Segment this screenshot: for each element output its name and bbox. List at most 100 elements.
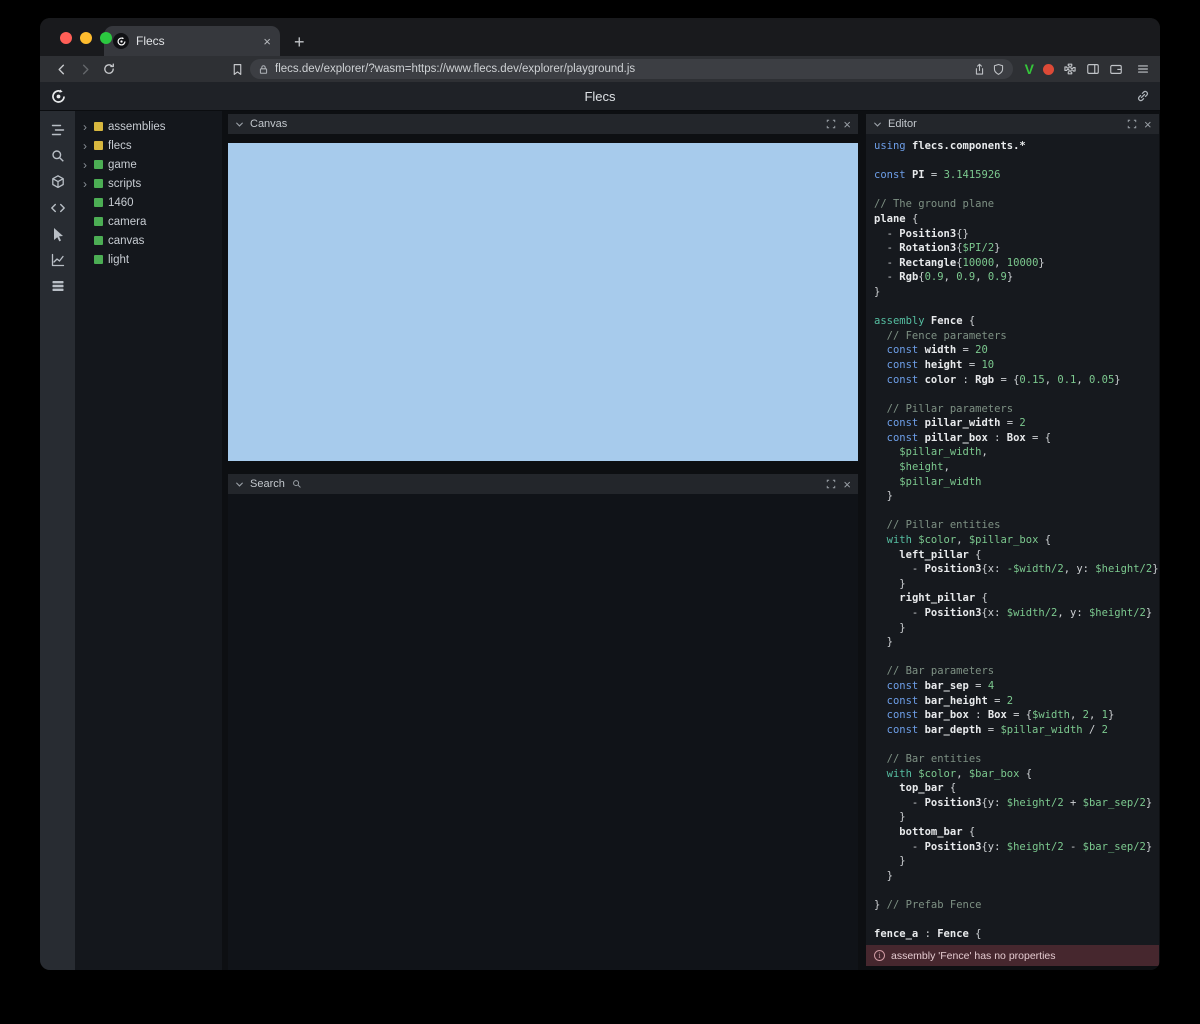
code-line xyxy=(874,300,1159,315)
editor-panel: Editor × using flecs.components.*const P… xyxy=(866,114,1159,966)
menu-icon[interactable] xyxy=(1136,62,1150,76)
code-line: $height, xyxy=(874,460,1159,475)
expand-arrow-icon[interactable]: › xyxy=(81,120,89,134)
collapse-chevron-icon[interactable] xyxy=(235,120,244,129)
tree-item-game[interactable]: ›game xyxy=(75,155,222,174)
code-line: const bar_height = 2 xyxy=(874,694,1159,709)
share-link-icon[interactable] xyxy=(1136,89,1150,103)
url-input[interactable]: flecs.dev/explorer/?wasm=https://www.fle… xyxy=(275,63,967,75)
entity-color-swatch xyxy=(94,122,103,131)
editor-column: Editor × using flecs.components.*const P… xyxy=(866,111,1159,966)
code-line: - Rotation3{$PI/2} xyxy=(874,241,1159,256)
code-line: const pillar_box : Box = { xyxy=(874,431,1159,446)
code-line xyxy=(874,154,1159,169)
code-line: } xyxy=(874,285,1159,300)
code-line: const height = 10 xyxy=(874,358,1159,373)
entity-color-swatch xyxy=(94,179,103,188)
tree-item-scripts[interactable]: › scripts xyxy=(75,174,222,193)
tree-item-label: canvas xyxy=(108,235,144,247)
editor-panel-title: Editor xyxy=(888,118,917,130)
code-line: } xyxy=(874,635,1159,650)
tree-item-label: scripts xyxy=(108,178,141,190)
entity-color-swatch xyxy=(94,255,103,264)
wallet-icon[interactable] xyxy=(1109,62,1123,76)
code-line: const bar_sep = 4 xyxy=(874,679,1159,694)
code-line: - Position3{} xyxy=(874,227,1159,242)
expand-arrow-icon[interactable]: › xyxy=(81,158,89,172)
reload-button[interactable] xyxy=(98,59,120,79)
search-panel-title: Search xyxy=(250,478,285,490)
tree-item-assemblies[interactable]: ›assemblies xyxy=(75,117,222,136)
inspect-icon[interactable] xyxy=(47,223,69,245)
expand-panel-icon[interactable] xyxy=(1127,119,1137,129)
app-body: ›assemblies›flecs›game›scripts1460camera… xyxy=(40,111,1160,970)
stats-icon[interactable] xyxy=(47,249,69,271)
code-line: // Fence parameters xyxy=(874,329,1159,344)
minimize-window-button[interactable] xyxy=(80,32,92,44)
code-line xyxy=(874,650,1159,665)
flecs-logo-icon xyxy=(50,88,67,105)
code-line: with $color, $pillar_box { xyxy=(874,533,1159,548)
close-window-button[interactable] xyxy=(60,32,72,44)
code-line: left_pillar { xyxy=(874,548,1159,563)
close-panel-icon[interactable]: × xyxy=(843,478,851,491)
code-line: // Bar parameters xyxy=(874,664,1159,679)
back-button[interactable] xyxy=(50,59,72,79)
close-panel-icon[interactable]: × xyxy=(1144,118,1152,131)
code-line: } xyxy=(874,854,1159,869)
code-line: - Position3{y: $height/2 + $bar_sep/2} xyxy=(874,796,1159,811)
collapse-chevron-icon[interactable] xyxy=(235,480,244,489)
code-line: const color : Rgb = {0.15, 0.1, 0.05} xyxy=(874,373,1159,388)
code-line: assembly Fence { xyxy=(874,314,1159,329)
puzzle-extensions-icon[interactable] xyxy=(1063,62,1077,76)
expand-arrow-icon[interactable]: › xyxy=(81,177,89,191)
entity-tree: ›assemblies›flecs›game›scripts1460camera… xyxy=(75,111,222,970)
tree-item-label: 1460 xyxy=(108,197,134,209)
search-glyph-icon xyxy=(292,479,302,489)
extension-v-icon[interactable]: V xyxy=(1025,61,1034,77)
tree-item-light[interactable]: light xyxy=(75,250,222,269)
entities-icon[interactable] xyxy=(47,171,69,193)
new-tab-button[interactable]: + xyxy=(294,33,305,51)
flecs-favicon-icon xyxy=(113,33,129,49)
close-tab-icon[interactable]: × xyxy=(263,35,271,48)
editor-code[interactable]: using flecs.components.*const PI = 3.141… xyxy=(866,134,1159,945)
side-panel-icon[interactable] xyxy=(1086,62,1100,76)
extensions-area: V xyxy=(1025,61,1150,77)
code-line: } xyxy=(874,869,1159,884)
hierarchy-icon[interactable] xyxy=(47,119,69,141)
tree-item-1460[interactable]: 1460 xyxy=(75,193,222,212)
tree-item-label: camera xyxy=(108,216,146,228)
expand-panel-icon[interactable] xyxy=(826,119,836,129)
share-icon[interactable] xyxy=(973,63,986,76)
code-line: // Pillar parameters xyxy=(874,402,1159,417)
memory-icon[interactable] xyxy=(47,275,69,297)
extension-dot-icon[interactable] xyxy=(1043,64,1054,75)
code-icon[interactable] xyxy=(47,197,69,219)
collapse-chevron-icon[interactable] xyxy=(873,120,882,129)
tree-item-canvas[interactable]: canvas xyxy=(75,231,222,250)
zoom-window-button[interactable] xyxy=(100,32,112,44)
tree-item-camera[interactable]: camera xyxy=(75,212,222,231)
render-canvas[interactable] xyxy=(228,143,858,461)
shield-icon[interactable] xyxy=(992,63,1005,76)
bookmark-icon[interactable] xyxy=(226,59,248,79)
code-line: const pillar_width = 2 xyxy=(874,416,1159,431)
code-line: $pillar_width xyxy=(874,475,1159,490)
expand-panel-icon[interactable] xyxy=(826,479,836,489)
code-line: - Position3{x: $width/2, y: $height/2} xyxy=(874,606,1159,621)
forward-button[interactable] xyxy=(74,59,96,79)
code-line: } // Prefab Fence xyxy=(874,898,1159,913)
search-icon[interactable] xyxy=(47,145,69,167)
tree-item-flecs[interactable]: ›flecs xyxy=(75,136,222,155)
expand-arrow-icon[interactable]: › xyxy=(81,139,89,153)
url-bar[interactable]: flecs.dev/explorer/?wasm=https://www.fle… xyxy=(250,59,1013,79)
code-line: - Rectangle{10000, 10000} xyxy=(874,256,1159,271)
browser-toolbar: flecs.dev/explorer/?wasm=https://www.fle… xyxy=(40,56,1160,82)
code-line: const bar_box : Box = {$width, 2, 1} xyxy=(874,708,1159,723)
search-panel: Search × xyxy=(228,474,858,970)
code-line: - Rgb{0.9, 0.9, 0.9} xyxy=(874,270,1159,285)
close-panel-icon[interactable]: × xyxy=(843,118,851,131)
search-panel-content xyxy=(228,494,858,970)
browser-tab[interactable]: Flecs × xyxy=(104,26,280,56)
